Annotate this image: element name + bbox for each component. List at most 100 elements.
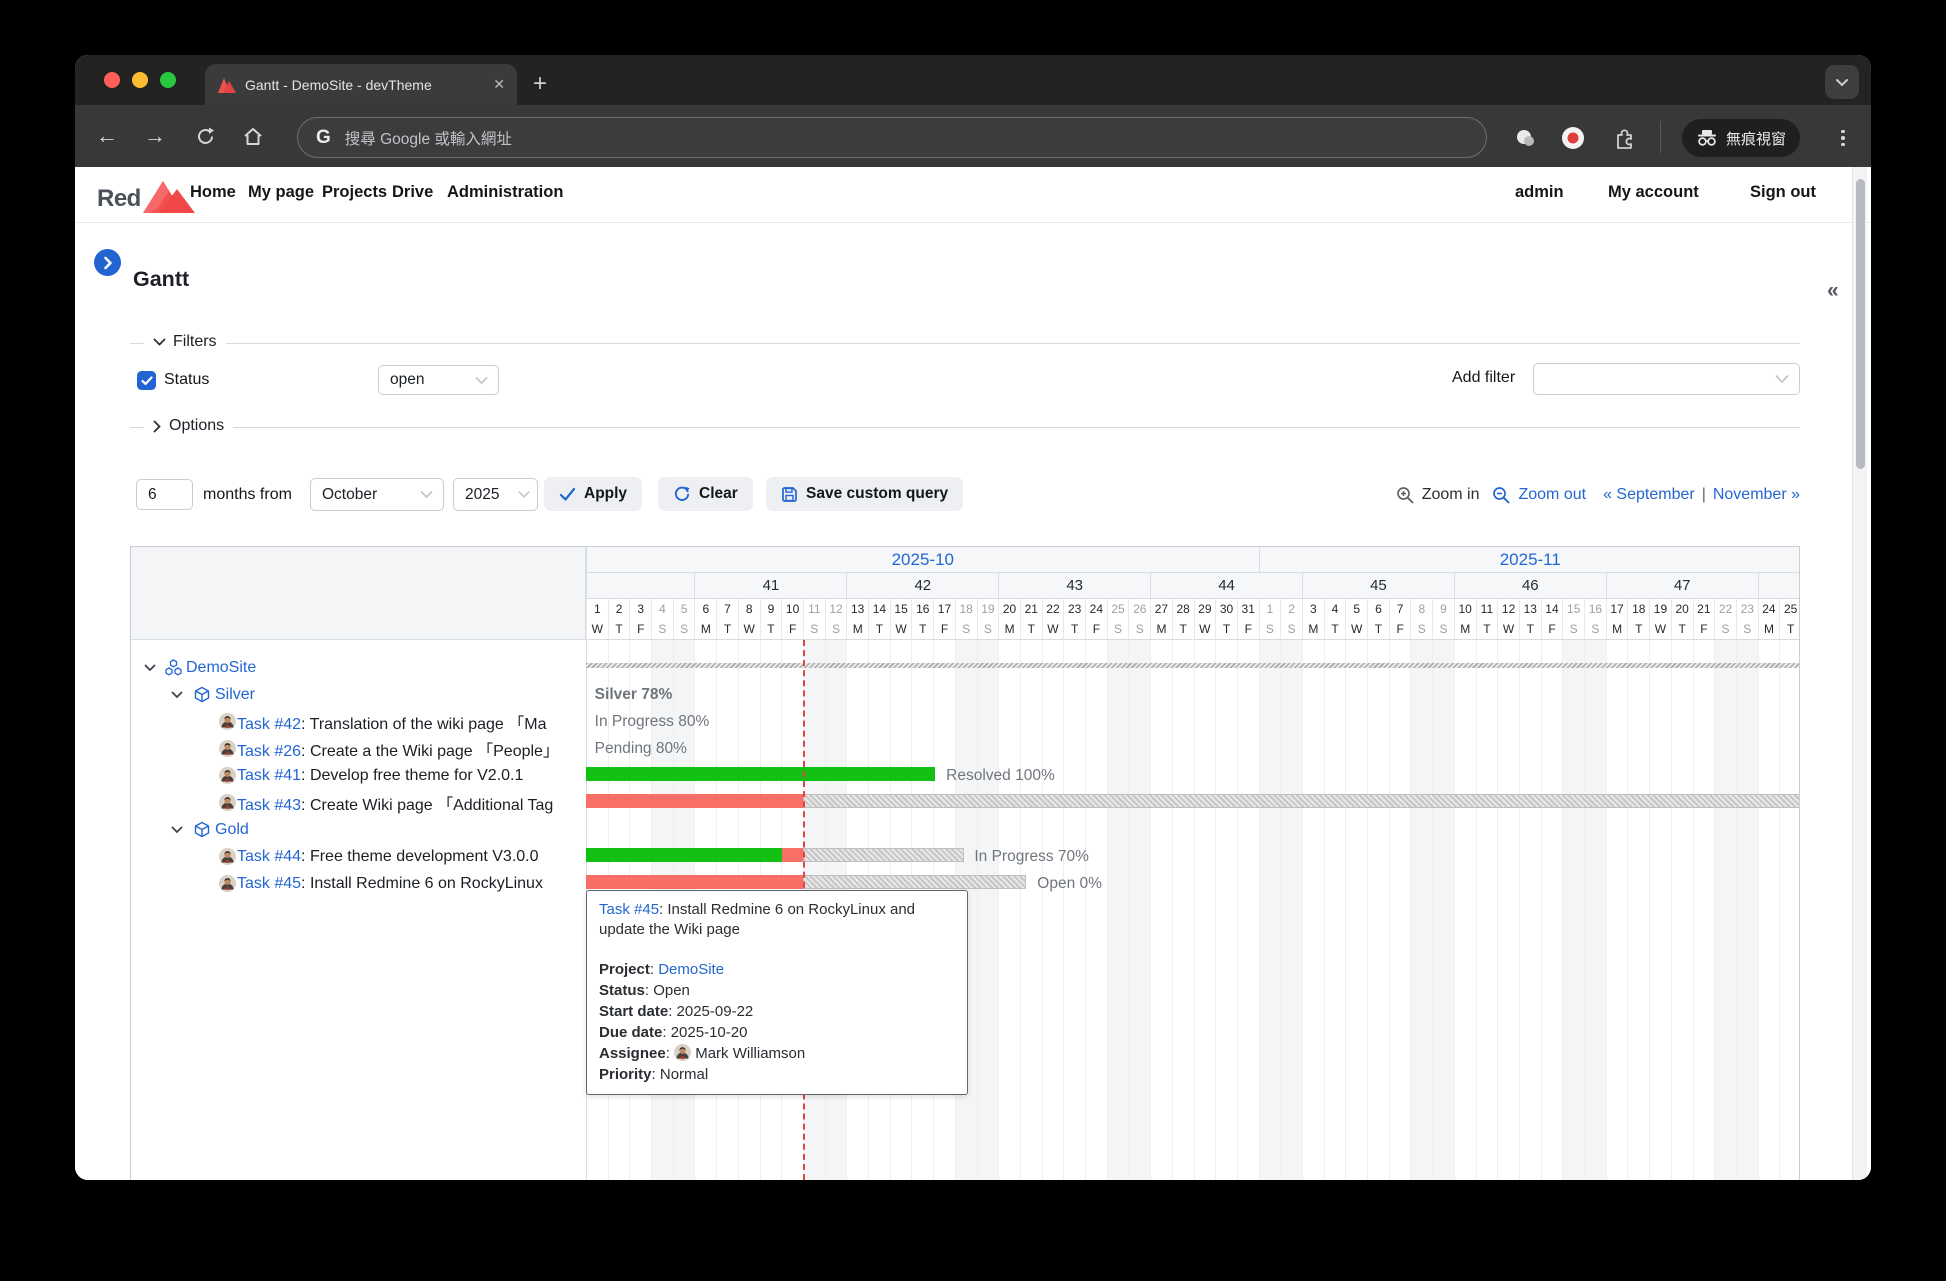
- options-legend[interactable]: Options: [144, 417, 233, 435]
- task-subject: : Translation of the wiki page 「Ma: [301, 716, 546, 733]
- gantt-day-number: 5: [1345, 599, 1367, 618]
- gantt-bar-todo[interactable]: [803, 875, 1026, 889]
- address-bar[interactable]: G 搜尋 Google 或輸入網址: [297, 117, 1487, 158]
- tree-expander[interactable]: [171, 826, 183, 834]
- gantt-day-number: 20: [1671, 599, 1693, 618]
- tab-title: Gantt - DemoSite - devTheme: [245, 77, 489, 93]
- extensions-puzzle-icon[interactable]: [1611, 125, 1637, 151]
- tree-expander[interactable]: [171, 691, 183, 699]
- minimize-window-button[interactable]: [132, 72, 148, 88]
- gantt-bar-done[interactable]: [586, 767, 935, 781]
- task-link[interactable]: Task #41: [237, 767, 301, 784]
- filters-legend[interactable]: Filters: [144, 333, 226, 351]
- version-link[interactable]: Silver: [215, 686, 255, 704]
- chevron-down-icon: [171, 826, 183, 834]
- gantt-weekday-letter: T: [911, 618, 933, 640]
- tree-expander[interactable]: [144, 664, 156, 672]
- apply-button[interactable]: Apply: [544, 477, 642, 511]
- version-link[interactable]: Gold: [215, 821, 249, 839]
- home-button[interactable]: [235, 105, 271, 167]
- gantt-bar-label: In Progress 70%: [974, 843, 1089, 870]
- next-month-link[interactable]: November »: [1713, 486, 1800, 504]
- task-link[interactable]: Task #26: [237, 743, 301, 760]
- tab-search-button[interactable]: [1825, 65, 1859, 99]
- avatar: [219, 848, 236, 865]
- forward-button[interactable]: →: [137, 105, 173, 167]
- close-window-button[interactable]: [104, 72, 120, 88]
- gantt-day-number: 13: [1519, 599, 1541, 618]
- months-count-input[interactable]: 6: [136, 479, 193, 510]
- gantt-day-column: [1627, 640, 1649, 1180]
- gantt-day-number: 10: [1454, 599, 1476, 618]
- gantt-day-number: 15: [1562, 599, 1584, 618]
- screenshot-stage: Gantt - DemoSite - devTheme ✕ + ← →: [0, 0, 1946, 1281]
- tooltip-project-link[interactable]: DemoSite: [658, 961, 724, 978]
- scrollbar-thumb[interactable]: [1856, 179, 1865, 469]
- sidebar-expand-button[interactable]: [94, 249, 121, 276]
- task-link[interactable]: Task #44: [237, 848, 301, 865]
- gantt-day-number: 7: [1389, 599, 1411, 618]
- zoom-out-link[interactable]: Zoom out: [1518, 486, 1586, 504]
- gantt-bar-todo[interactable]: [803, 794, 1800, 808]
- nav-sign-out[interactable]: Sign out: [1750, 183, 1816, 202]
- reload-button[interactable]: [187, 105, 223, 167]
- nav-administration[interactable]: Administration: [447, 183, 563, 202]
- page-scrollbar[interactable]: [1852, 167, 1867, 1180]
- nav-drive[interactable]: Drive: [392, 183, 433, 202]
- year-select[interactable]: 2025: [453, 478, 538, 511]
- nav-my-page[interactable]: My page: [248, 183, 314, 202]
- task-subject: : Create Wiki page 「Additional Tag: [301, 797, 553, 814]
- gantt-week-header: 41: [694, 573, 846, 599]
- gantt-day-column: [1541, 640, 1563, 1180]
- gantt-bar-late[interactable]: [586, 875, 803, 889]
- gantt-bar-done[interactable]: [586, 848, 782, 862]
- browser-tabstrip: Gantt - DemoSite - devTheme ✕ +: [75, 55, 1871, 105]
- record-extension-icon[interactable]: [1560, 125, 1586, 151]
- nav-projects[interactable]: Projects: [322, 183, 387, 202]
- gantt-task-row: Task #41: Develop free theme for V2.0.1: [131, 762, 586, 789]
- save-custom-query-button[interactable]: Save custom query: [766, 477, 963, 511]
- back-button[interactable]: ←: [89, 105, 125, 167]
- close-tab-icon[interactable]: ✕: [493, 76, 505, 93]
- month-select[interactable]: October: [310, 478, 444, 511]
- avatar: [219, 794, 236, 811]
- gantt-bar-late[interactable]: [586, 794, 803, 808]
- extension-icon[interactable]: [1513, 125, 1539, 151]
- gantt-day-column: [1237, 640, 1259, 1180]
- collapse-sidebar-icon[interactable]: «: [1827, 279, 1839, 303]
- task-link[interactable]: Task #45: [237, 875, 301, 892]
- page-title: Gantt: [133, 267, 189, 292]
- nav-home[interactable]: Home: [190, 183, 236, 202]
- gantt-bar-late[interactable]: [782, 848, 803, 862]
- gantt-day-column: [998, 640, 1020, 1180]
- nav-my-account[interactable]: My account: [1608, 183, 1699, 202]
- prev-month-link[interactable]: « September: [1603, 486, 1695, 504]
- tooltip-task-link[interactable]: Task #45: [599, 901, 659, 918]
- clear-button[interactable]: Clear: [658, 477, 753, 511]
- add-filter-select[interactable]: [1533, 363, 1800, 395]
- gantt-day-number: 6: [694, 599, 716, 618]
- gantt-weekday-letter: T: [1476, 618, 1498, 640]
- gantt-day-column: [1606, 640, 1628, 1180]
- new-tab-button[interactable]: +: [533, 69, 547, 99]
- gantt-weekday-letter: M: [1302, 618, 1324, 640]
- project-link[interactable]: DemoSite: [186, 659, 256, 677]
- app-logo[interactable]: Red: [97, 179, 195, 213]
- zoom-out-icon[interactable]: [1492, 486, 1511, 505]
- status-operator-select[interactable]: open: [378, 365, 499, 395]
- gantt-day-column: [1367, 640, 1389, 1180]
- gantt-day-number: 20: [998, 599, 1020, 618]
- filters-fieldset-border: Filters: [130, 343, 1800, 344]
- gantt-weekday-letter: M: [846, 618, 868, 640]
- browser-menu-button[interactable]: [1835, 123, 1851, 153]
- gantt-weekday-letter: T: [608, 618, 630, 640]
- task-link[interactable]: Task #43: [237, 797, 301, 814]
- gantt-day-number: 28: [1172, 599, 1194, 618]
- gantt-bar-todo[interactable]: [803, 848, 964, 862]
- gantt-day-number: 2: [1280, 599, 1302, 618]
- nav-admin-user[interactable]: admin: [1515, 183, 1564, 202]
- maximize-window-button[interactable]: [160, 72, 176, 88]
- browser-tab[interactable]: Gantt - DemoSite - devTheme ✕: [205, 64, 517, 105]
- task-link[interactable]: Task #42: [237, 716, 301, 733]
- status-checkbox[interactable]: [137, 371, 156, 390]
